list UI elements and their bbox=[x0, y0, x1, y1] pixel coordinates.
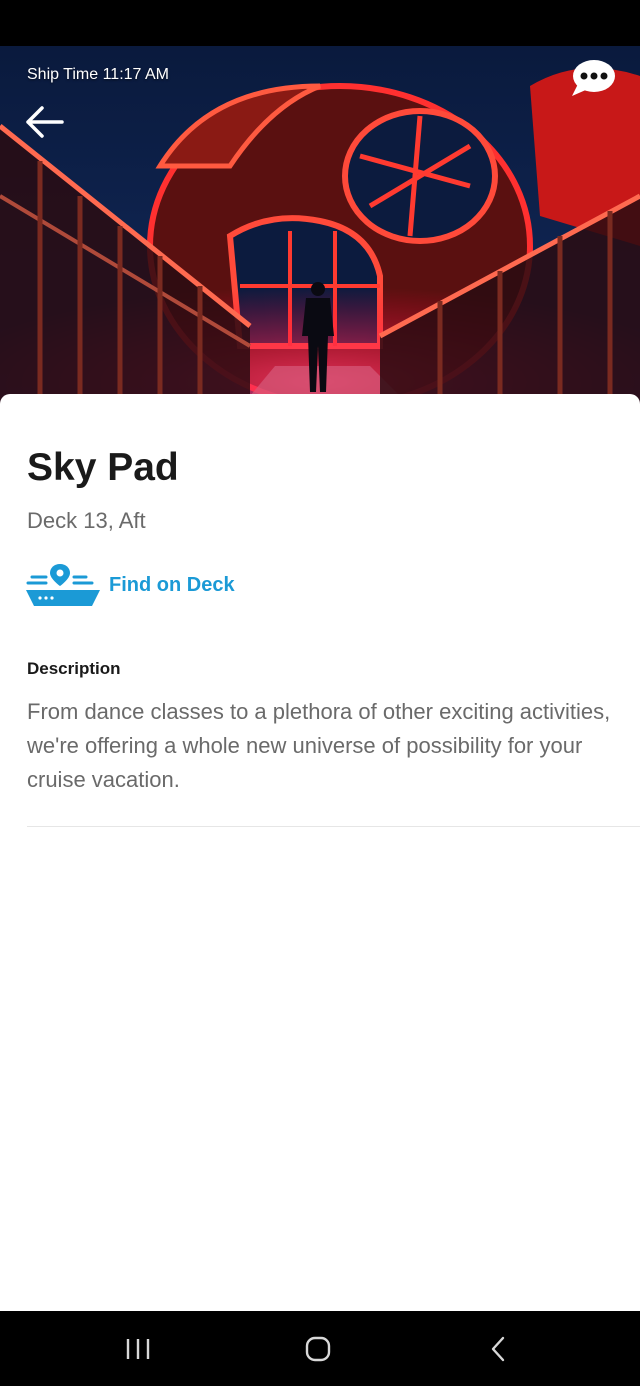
back-chevron-icon bbox=[491, 1336, 505, 1361]
system-back-button[interactable] bbox=[438, 1311, 558, 1386]
chat-button[interactable] bbox=[568, 58, 618, 100]
sky-pad-photo bbox=[0, 46, 640, 406]
description-text: From dance classes to a plethora of othe… bbox=[27, 699, 611, 792]
ship-time: Ship Time 11:17 AM bbox=[27, 66, 169, 83]
venue-details-card: Sky Pad Deck 13, Aft Find on Deck Descri… bbox=[0, 394, 640, 1311]
venue-title: Sky Pad bbox=[27, 446, 179, 489]
find-on-deck-label: Find on Deck bbox=[109, 573, 235, 596]
status-bar bbox=[0, 0, 640, 46]
hero-image: Ship Time 11:17 AM bbox=[0, 46, 640, 406]
home-icon bbox=[305, 1336, 331, 1361]
back-button[interactable] bbox=[20, 100, 68, 144]
system-navigation-bar bbox=[0, 1311, 640, 1386]
find-on-deck-link[interactable]: Find on Deck bbox=[26, 562, 266, 608]
description-heading: Description bbox=[27, 659, 121, 678]
ship-location-icon bbox=[26, 564, 100, 606]
chat-bubble-icon bbox=[572, 60, 615, 96]
arrow-left-icon bbox=[26, 106, 64, 138]
home-button[interactable] bbox=[258, 1311, 378, 1386]
divider bbox=[27, 826, 640, 827]
venue-location: Deck 13, Aft bbox=[27, 508, 146, 533]
recent-apps-icon bbox=[126, 1338, 150, 1359]
recent-apps-button[interactable] bbox=[78, 1311, 198, 1386]
